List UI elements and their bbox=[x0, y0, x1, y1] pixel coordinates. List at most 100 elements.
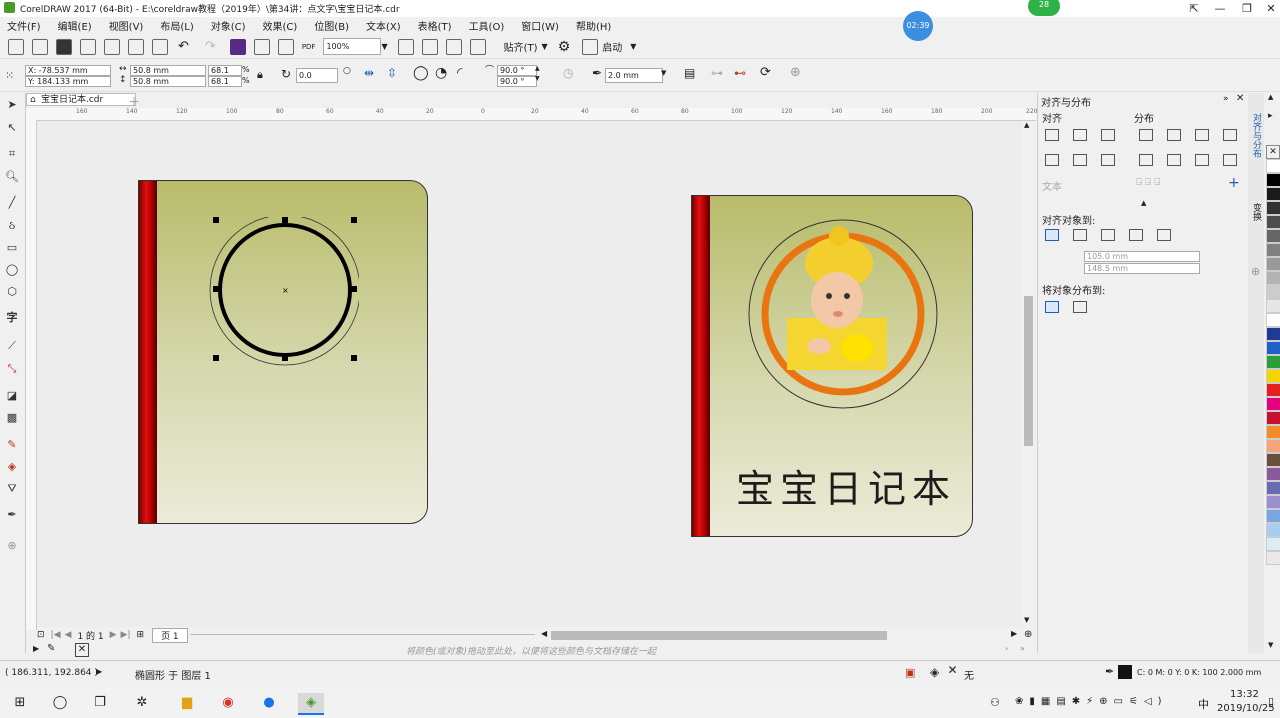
menu-text[interactable]: 文本(X) bbox=[366, 18, 401, 33]
menu-tools[interactable]: 工具(O) bbox=[469, 18, 505, 33]
color-swatch[interactable] bbox=[1266, 551, 1280, 565]
scale-x-field[interactable]: 68.1 bbox=[208, 65, 242, 76]
color-eyedropper-icon[interactable]: ✎ bbox=[4, 437, 20, 453]
ime-indicator[interactable]: 中 bbox=[1198, 696, 1209, 712]
add-page-icon[interactable]: ⊞ bbox=[137, 630, 145, 640]
task-view-icon[interactable]: ❐ bbox=[90, 693, 110, 713]
object-origin-icon[interactable]: ⁙ bbox=[5, 69, 14, 82]
menu-effects[interactable]: 效果(C) bbox=[263, 18, 298, 33]
zoom-dropdown-icon[interactable]: ▼ bbox=[381, 42, 387, 51]
menu-help[interactable]: 帮助(H) bbox=[576, 18, 611, 33]
vertical-ruler[interactable] bbox=[26, 120, 37, 630]
color-swatch[interactable] bbox=[1266, 411, 1280, 425]
no-color-swatch[interactable]: ✕ bbox=[75, 643, 89, 657]
horizontal-scrollbar[interactable]: ◀ ▶ bbox=[541, 629, 1022, 641]
notebook-cover-draft[interactable]: × bbox=[138, 180, 428, 524]
first-page-icon[interactable]: |◀ bbox=[51, 630, 61, 640]
palette-scroll-icon[interactable]: › bbox=[1005, 644, 1008, 653]
drawing-canvas[interactable]: × 宝宝日记本 bbox=[37, 121, 1022, 627]
paste-icon[interactable] bbox=[152, 38, 168, 55]
vertical-scroll-thumb[interactable] bbox=[1024, 296, 1033, 446]
redo-icon[interactable]: ↷ bbox=[205, 39, 216, 54]
color-swatch[interactable] bbox=[1266, 495, 1280, 509]
zoom-tool-icon[interactable]: 🔍︎ bbox=[4, 169, 20, 185]
zoom-navigator-icon[interactable]: ⊕ bbox=[1024, 629, 1032, 640]
launch-button[interactable]: 启动 bbox=[602, 39, 622, 54]
palette-up-icon[interactable]: ▲ bbox=[1268, 93, 1273, 101]
options-gear-icon[interactable]: ⚙ bbox=[558, 39, 571, 55]
status-expand-icon[interactable]: ▶ bbox=[96, 667, 102, 676]
start-angle-field[interactable]: 90.0 ° bbox=[497, 65, 537, 76]
vertical-scrollbar[interactable]: ▲ ▼ bbox=[1022, 121, 1034, 627]
distribute-right-icon[interactable] bbox=[1223, 129, 1237, 141]
selected-ellipse[interactable]: × bbox=[209, 217, 359, 367]
ellipse-tool-icon[interactable]: ◯ bbox=[4, 262, 20, 278]
align-x-field[interactable]: 105.0 mm bbox=[1084, 251, 1200, 262]
align-right-icon[interactable] bbox=[1101, 129, 1115, 141]
distribute-center-h-icon[interactable] bbox=[1167, 129, 1181, 141]
color-swatch[interactable] bbox=[1266, 383, 1280, 397]
color-swatch[interactable] bbox=[1266, 173, 1280, 187]
horizontal-ruler[interactable]: 160 140 120 100 80 60 40 20 0 20 40 60 8… bbox=[26, 108, 1037, 121]
color-swatch[interactable] bbox=[1266, 201, 1280, 215]
interactive-fill-icon[interactable]: ◈ bbox=[4, 459, 20, 475]
search-content-icon[interactable] bbox=[229, 38, 246, 55]
convert-curves-icon[interactable]: ⊶ bbox=[711, 66, 723, 80]
launch-dropdown-icon[interactable]: ▼ bbox=[630, 42, 636, 51]
page-options-icon[interactable]: ⊡ bbox=[37, 630, 45, 640]
print-icon[interactable] bbox=[80, 38, 96, 55]
file-explorer-icon[interactable]: ▆ bbox=[177, 693, 197, 713]
color-swatch[interactable] bbox=[1266, 187, 1280, 201]
convert-outline-icon[interactable]: ⊷ bbox=[734, 66, 746, 80]
polygon-tool-icon[interactable]: ⬡ bbox=[4, 284, 20, 300]
color-swatch[interactable] bbox=[1266, 215, 1280, 229]
pinwheel-app-icon[interactable]: ✲ bbox=[132, 693, 152, 713]
coreldraw-taskbar-icon[interactable]: ◈ bbox=[298, 693, 324, 715]
color-swatch[interactable] bbox=[1266, 369, 1280, 383]
text-align-icon[interactable]: ⍈ ⍈ ⍈ bbox=[1136, 177, 1160, 188]
people-icon[interactable]: ⚇ bbox=[985, 693, 1005, 713]
side-tab-transform[interactable]: 变换 bbox=[1250, 203, 1263, 221]
next-page-icon[interactable]: ▶ bbox=[110, 630, 117, 640]
palette-down-icon[interactable]: ▼ bbox=[1268, 641, 1273, 649]
import-icon[interactable] bbox=[253, 38, 270, 55]
grid-icon[interactable] bbox=[445, 38, 462, 55]
color-swatch[interactable] bbox=[1266, 341, 1280, 355]
notification-icon[interactable]: ▯ bbox=[1268, 695, 1274, 708]
export-icon[interactable] bbox=[277, 38, 294, 55]
color-swatch[interactable] bbox=[1266, 523, 1280, 537]
menu-file[interactable]: 文件(F) bbox=[7, 18, 41, 33]
transparency-icon[interactable]: ▩ bbox=[4, 410, 20, 426]
align-y-field[interactable]: 148.5 mm bbox=[1084, 263, 1200, 274]
close-button[interactable]: ✕ bbox=[1260, 0, 1280, 17]
text-wrap-icon[interactable]: ▤ bbox=[684, 66, 695, 80]
mirror-horizontal-icon[interactable]: ⇹ bbox=[364, 66, 374, 80]
no-fill-swatch[interactable]: ✕ bbox=[1266, 145, 1280, 159]
palette-scroll-end-icon[interactable]: » bbox=[1020, 644, 1025, 653]
palette-eyedropper-icon[interactable]: ✎ bbox=[47, 643, 55, 654]
prev-page-icon[interactable]: ◀ bbox=[65, 630, 72, 640]
width-field[interactable]: 50.8 mm bbox=[130, 65, 206, 76]
artistic-media-icon[interactable]: ઠ bbox=[4, 218, 20, 234]
scroll-left-icon[interactable]: ◀ bbox=[541, 629, 547, 638]
angle-spinner-icon[interactable]: ▲ ▼ bbox=[535, 64, 540, 84]
undo-icon[interactable]: ↶ bbox=[178, 39, 189, 54]
text-align-add-icon[interactable]: + bbox=[1228, 175, 1240, 191]
shape-tool-icon[interactable]: ↖ bbox=[4, 120, 20, 136]
color-proof-icon[interactable]: ▣ bbox=[905, 666, 915, 679]
tray-icons[interactable]: ❀▮▦▤✱⚡⊕▭⚟◁) bbox=[1015, 696, 1168, 707]
distribute-spacing-h-icon[interactable] bbox=[1195, 129, 1209, 141]
outline-width-field[interactable]: 2.0 mm bbox=[605, 68, 663, 83]
document-tab[interactable]: ⌂ 宝宝日记本.cdr bbox=[26, 93, 136, 106]
x-position-field[interactable]: X: -78.537 mm bbox=[25, 65, 111, 76]
clock-date[interactable]: 2019/10/25 bbox=[1217, 703, 1275, 714]
zoom-level-select[interactable]: 100% bbox=[323, 38, 382, 55]
cut-icon[interactable] bbox=[104, 38, 120, 55]
color-swatch[interactable] bbox=[1266, 243, 1280, 257]
color-swatch[interactable] bbox=[1266, 159, 1280, 173]
notebook-cover-final[interactable]: 宝宝日记本 bbox=[691, 195, 973, 537]
smart-fill-icon[interactable]: ⛛ bbox=[4, 481, 20, 497]
color-swatch[interactable] bbox=[1266, 257, 1280, 271]
chrome-icon[interactable]: ◉ bbox=[218, 693, 238, 713]
color-swatch[interactable] bbox=[1266, 355, 1280, 369]
